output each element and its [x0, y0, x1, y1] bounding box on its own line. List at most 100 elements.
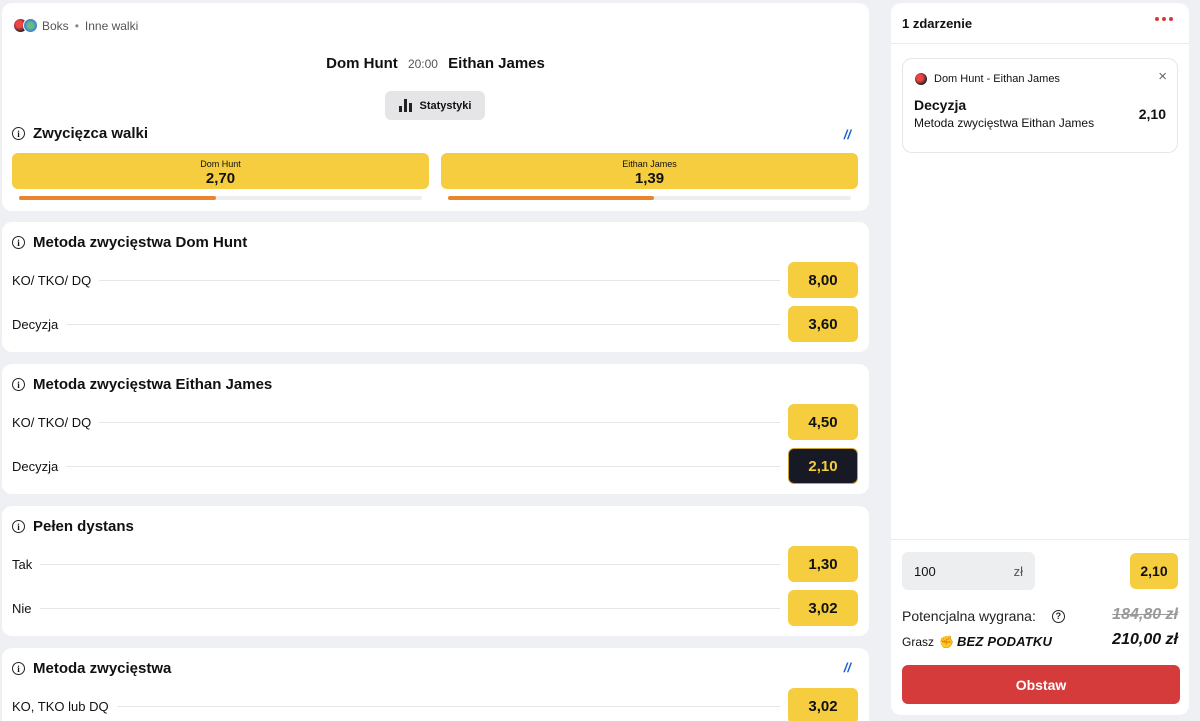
odd-button-away[interactable]: Eithan James 1,39	[441, 153, 858, 189]
currency-label: zł	[1013, 563, 1023, 579]
info-icon[interactable]: i	[12, 520, 25, 533]
home-competitor: Dom Hunt	[326, 55, 398, 72]
market-card: i Metoda zwycięstwa Dom Hunt KO/ TKO/ DQ…	[2, 222, 869, 352]
boxing-flag-icon	[914, 72, 928, 86]
info-icon[interactable]: i	[12, 378, 25, 391]
betslip-header: 1 zdarzenie	[891, 3, 1189, 44]
selection-odd: 2,10	[1138, 106, 1166, 122]
betslip-title: 1 zdarzenie	[902, 16, 973, 31]
statistics-label: Statystyki	[419, 99, 472, 112]
outcome-label: Decyzja	[12, 458, 59, 474]
potential-win-new: 210,00 zł	[1112, 631, 1178, 648]
outcome-label: KO, TKO lub DQ	[12, 698, 109, 714]
outcome-label: Nie	[12, 600, 32, 616]
boxing-glove-icon: ✊	[939, 634, 954, 649]
row-divider	[66, 323, 780, 325]
odd-button[interactable]: 3,60	[788, 306, 858, 342]
market-winner: i Zwycięzca walki // Dom Hunt 2,70 Eitha…	[2, 121, 869, 211]
betslip: 1 zdarzenie Dom Hunt - Eithan James × De…	[891, 3, 1189, 715]
breadcrumb-category[interactable]: Inne walki	[85, 19, 138, 33]
odd-button[interactable]: 4,50	[788, 404, 858, 440]
info-icon[interactable]: i	[12, 662, 25, 675]
market-row: KO/ TKO/ DQ 8,00	[12, 262, 858, 298]
tax-free-label: Grasz ✊ BEZ PODATKU	[902, 634, 1052, 649]
market-title: i Metoda zwycięstwa Eithan James	[12, 376, 272, 393]
outcome-label: Tak	[12, 556, 33, 572]
info-icon[interactable]: i	[12, 236, 25, 249]
row-divider	[39, 607, 780, 609]
away-competitor: Eithan James	[448, 55, 545, 72]
event-title: Dom Hunt 20:00 Eithan James	[2, 55, 869, 72]
popularity-bar-away	[448, 196, 851, 200]
market-title-text: Metoda zwycięstwa Dom Hunt	[33, 234, 248, 251]
market-title: i Zwycięzca walki	[12, 125, 148, 142]
more-options-icon[interactable]	[1155, 17, 1173, 21]
outcome-label: KO/ TKO/ DQ	[12, 272, 92, 288]
breadcrumb: Boks • Inne walki	[13, 18, 138, 33]
odd-button[interactable]: 8,00	[788, 262, 858, 298]
tax-free-text: BEZ PODATKU	[956, 634, 1053, 649]
popularity-fill	[448, 196, 654, 200]
market-row: Tak 1,30	[12, 546, 858, 582]
sport-flags	[13, 18, 38, 33]
betslip-footer: zł 2,10 Potencjalna wygrana: ? 184,80 zł…	[891, 539, 1189, 715]
odd-button-selected[interactable]: 2,10	[788, 448, 858, 484]
help-icon[interactable]: ?	[1051, 609, 1065, 623]
popularity-fill	[19, 196, 217, 200]
selection-pick: Metoda zwycięstwa Eithan James	[914, 116, 1095, 130]
outcome-odd: 2,70	[205, 169, 236, 187]
outcome-label: KO/ TKO/ DQ	[12, 414, 92, 430]
market-card: i Metoda zwycięstwa Eithan James KO/ TKO…	[2, 364, 869, 494]
market-row: Decyzja 3,60	[12, 306, 858, 342]
potential-win-old: 184,80 zł	[1112, 606, 1178, 623]
market-title-text: Metoda zwycięstwa	[33, 660, 172, 677]
market-title: i Pełen dystans	[12, 518, 134, 535]
market-title-text: Pełen dystans	[33, 518, 134, 535]
popularity-bar-home	[19, 196, 422, 200]
row-divider	[116, 705, 780, 707]
stake-input[interactable]	[914, 563, 974, 579]
boost-icon: //	[843, 660, 851, 675]
selection-market: Decyzja	[914, 97, 967, 113]
market-title: i Metoda zwycięstwa	[12, 660, 171, 677]
market-card: i Pełen dystans Tak 1,30 Nie 3,02	[2, 506, 869, 636]
outcome-name: Eithan James	[622, 158, 677, 169]
odd-button[interactable]: 3,02	[788, 590, 858, 626]
odd-button-home[interactable]: Dom Hunt 2,70	[12, 153, 429, 189]
play-label: Grasz	[902, 634, 935, 649]
market-title-text: Zwycięzca walki	[33, 125, 149, 142]
odd-button[interactable]: 1,30	[788, 546, 858, 582]
row-divider	[99, 279, 780, 281]
market-card: i Metoda zwycięstwa // KO, TKO lub DQ 3,…	[2, 648, 869, 721]
row-divider	[66, 465, 780, 467]
market-row: Decyzja 2,10	[12, 448, 858, 484]
markets-panel: Boks • Inne walki Dom Hunt 20:00 Eithan …	[0, 0, 870, 721]
odd-button[interactable]: 3,02	[788, 688, 858, 721]
breadcrumb-sport[interactable]: Boks	[42, 19, 69, 33]
market-row: KO/ TKO/ DQ 4,50	[12, 404, 858, 440]
betslip-selection: Dom Hunt - Eithan James × Decyzja Metoda…	[902, 58, 1178, 153]
event-time: 20:00	[407, 57, 438, 71]
potential-win-label: Potencjalna wygrana: ?	[902, 608, 1065, 624]
info-icon[interactable]: i	[12, 127, 25, 140]
market-row: KO, TKO lub DQ 3,02	[12, 688, 858, 721]
breadcrumb-separator: •	[74, 18, 79, 33]
selection-event: Dom Hunt - Eithan James	[914, 72, 1060, 86]
row-divider	[99, 421, 780, 423]
selection-event-name: Dom Hunt - Eithan James	[934, 73, 1060, 85]
potential-win-text: Potencjalna wygrana:	[902, 608, 1036, 624]
row-divider	[40, 563, 780, 565]
event-header-card: Boks • Inne walki Dom Hunt 20:00 Eithan …	[2, 3, 869, 211]
bar-chart-icon	[398, 99, 412, 112]
place-bet-button[interactable]: Obstaw	[902, 665, 1180, 704]
outcome-name: Dom Hunt	[200, 158, 241, 169]
boost-icon: //	[843, 127, 851, 142]
remove-selection-close-icon[interactable]: ×	[1158, 68, 1167, 85]
total-odd: 2,10	[1130, 553, 1178, 589]
stake-field[interactable]: zł	[902, 552, 1035, 590]
outcome-label: Decyzja	[12, 316, 59, 332]
statistics-button[interactable]: Statystyki	[385, 91, 485, 120]
market-title: i Metoda zwycięstwa Dom Hunt	[12, 234, 247, 251]
market-row: Nie 3,02	[12, 590, 858, 626]
market-title-text: Metoda zwycięstwa Eithan James	[33, 376, 273, 393]
